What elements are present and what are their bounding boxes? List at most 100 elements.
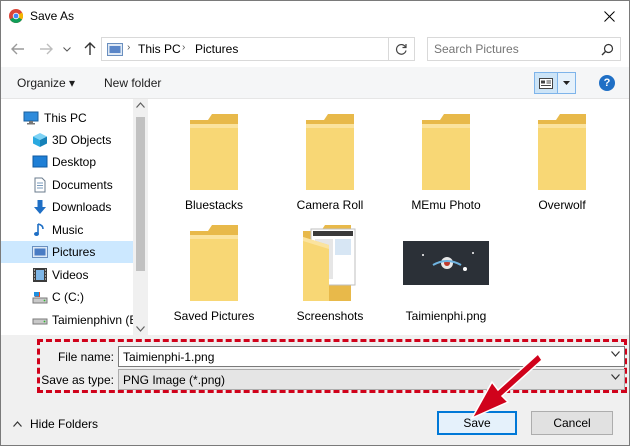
file-name-label: Taimienphi.png — [405, 309, 487, 323]
breadcrumb-pictures[interactable]: Pictures — [195, 42, 238, 56]
chevron-up-icon — [13, 421, 22, 427]
sidebar-item-label: 3D Objects — [52, 133, 112, 147]
folder-icon — [538, 114, 586, 190]
save-button[interactable]: Save — [437, 411, 517, 435]
sidebar-item-e-drive[interactable]: Taimienphivn (E: — [1, 309, 133, 331]
folder-item-bluestacks[interactable]: Bluestacks — [162, 105, 266, 215]
save-as-dialog: Save As › This PC › Pictures Search Pict… — [0, 0, 630, 446]
chevron-down-icon — [63, 46, 71, 52]
close-icon — [603, 10, 615, 22]
sidebar-item-label: Downloads — [52, 200, 112, 214]
film-icon — [33, 268, 47, 282]
sidebar-item-pictures[interactable]: Pictures — [1, 241, 133, 263]
download-arrow-icon — [34, 200, 46, 214]
search-input[interactable] — [434, 41, 594, 57]
cancel-button[interactable]: Cancel — [531, 411, 613, 435]
sidebar-item-label: This PC — [44, 111, 87, 125]
folder-icon — [190, 114, 238, 190]
pictures-icon — [32, 246, 48, 258]
sidebar-item-label: Documents — [52, 178, 113, 192]
sidebar-item-this-pc[interactable]: This PC — [1, 107, 133, 129]
folder-icon — [422, 114, 470, 190]
sidebar-item-label: Taimienphivn (E: — [52, 313, 133, 327]
sidebar-item-videos[interactable]: Videos — [1, 264, 133, 286]
up-button[interactable] — [81, 40, 99, 58]
sidebar-item-music[interactable]: Music — [1, 219, 133, 241]
sidebar-item-documents[interactable]: Documents — [1, 174, 133, 196]
folder-icon — [190, 225, 238, 301]
save-as-type-label: Save as type: — [41, 373, 114, 387]
hide-folders-button[interactable]: Hide Folders — [13, 417, 98, 431]
sidebar-item-label: Videos — [52, 268, 89, 282]
new-folder-button[interactable]: New folder — [104, 76, 161, 90]
title-bar: Save As — [1, 1, 629, 31]
folder-item-memu-photo[interactable]: MEmu Photo — [394, 105, 498, 215]
scroll-up-arrow-icon[interactable] — [136, 102, 145, 108]
back-button[interactable] — [9, 40, 27, 58]
folder-item-screenshots[interactable]: Screenshots — [278, 216, 382, 326]
scroll-down-arrow-icon[interactable] — [136, 326, 145, 332]
chevron-down-icon[interactable] — [611, 351, 620, 357]
navigation-scrollbar[interactable] — [133, 99, 148, 335]
file-name-label: Camera Roll — [296, 198, 364, 212]
sidebar-item-label: Pictures — [52, 245, 96, 259]
file-name-label: MEmu Photo — [411, 198, 481, 212]
file-name-label: Screenshots — [296, 309, 364, 323]
image-thumbnail — [403, 241, 489, 285]
close-button[interactable] — [589, 1, 629, 31]
folder-icon — [306, 114, 354, 190]
computer-icon — [23, 111, 39, 125]
folder-item-overwolf[interactable]: Overwolf — [510, 105, 614, 215]
sidebar-item-downloads[interactable]: Downloads — [1, 196, 133, 218]
file-name-label: Saved Pictures — [173, 309, 255, 323]
forward-button[interactable] — [37, 40, 55, 58]
view-options-dropdown[interactable] — [558, 72, 576, 94]
sidebar-item-3d-objects[interactable]: 3D Objects — [1, 129, 133, 151]
folder-with-screenshots-icon — [303, 225, 356, 301]
refresh-button[interactable] — [389, 37, 415, 61]
arrow-up-icon — [84, 42, 96, 55]
arrow-left-icon — [11, 43, 24, 55]
file-name-label: Bluestacks — [184, 198, 244, 212]
drive-icon — [32, 292, 48, 304]
save-form: File name: Taimienphi-1.png Save as type… — [1, 335, 629, 395]
file-name-value[interactable]: Taimienphi-1.png — [123, 350, 214, 364]
breadcrumb-this-pc[interactable]: This PC — [138, 42, 181, 56]
file-list-pane: Bluestacks Camera Roll MEmu Photo Overwo… — [148, 99, 629, 335]
file-name-label: File name: — [57, 350, 114, 364]
chevron-down-icon — [611, 374, 620, 380]
hide-folders-label: Hide Folders — [30, 417, 99, 431]
sidebar-item-c-drive[interactable]: C (C:) — [1, 286, 133, 308]
document-icon — [34, 177, 46, 193]
chrome-icon — [9, 9, 23, 23]
recent-locations-button[interactable] — [61, 40, 73, 58]
pictures-folder-icon — [107, 43, 123, 56]
folder-item-camera-roll[interactable]: Camera Roll — [278, 105, 382, 215]
file-name-label: Overwolf — [538, 198, 586, 212]
sidebar-item-desktop[interactable]: Desktop — [1, 151, 133, 173]
address-bar[interactable]: › This PC › Pictures — [101, 37, 481, 61]
caret-down-icon — [563, 81, 570, 85]
command-toolbar: Organize ▾ New folder ? — [1, 67, 629, 99]
image-item-taimienphi[interactable]: Taimienphi.png — [394, 216, 498, 326]
folder-item-saved-pictures[interactable]: Saved Pictures — [162, 216, 266, 326]
organize-button[interactable]: Organize ▾ — [17, 76, 75, 90]
window-title: Save As — [30, 9, 75, 23]
arrow-right-icon — [40, 43, 53, 55]
change-view-button[interactable] — [534, 72, 558, 94]
sidebar-item-label: Music — [52, 223, 84, 237]
search-box[interactable] — [427, 37, 621, 61]
refresh-icon — [395, 43, 407, 55]
navigation-pane: This PC 3D Objects Desktop Documents Dow… — [1, 99, 133, 335]
save-as-type-select[interactable]: PNG Image (*.png) — [118, 369, 625, 390]
drive-icon — [32, 318, 48, 325]
file-name-field[interactable]: Taimienphi-1.png — [118, 346, 625, 367]
sidebar-item-label: Desktop — [52, 155, 97, 169]
view-icon — [539, 77, 553, 89]
scrollbar-thumb[interactable] — [136, 117, 145, 271]
desktop-icon — [32, 155, 48, 168]
help-button[interactable]: ? — [599, 75, 615, 91]
breadcrumb-separator: › — [127, 42, 131, 53]
music-note-icon — [34, 223, 44, 236]
sidebar-item-label: C (C:) — [52, 290, 84, 304]
